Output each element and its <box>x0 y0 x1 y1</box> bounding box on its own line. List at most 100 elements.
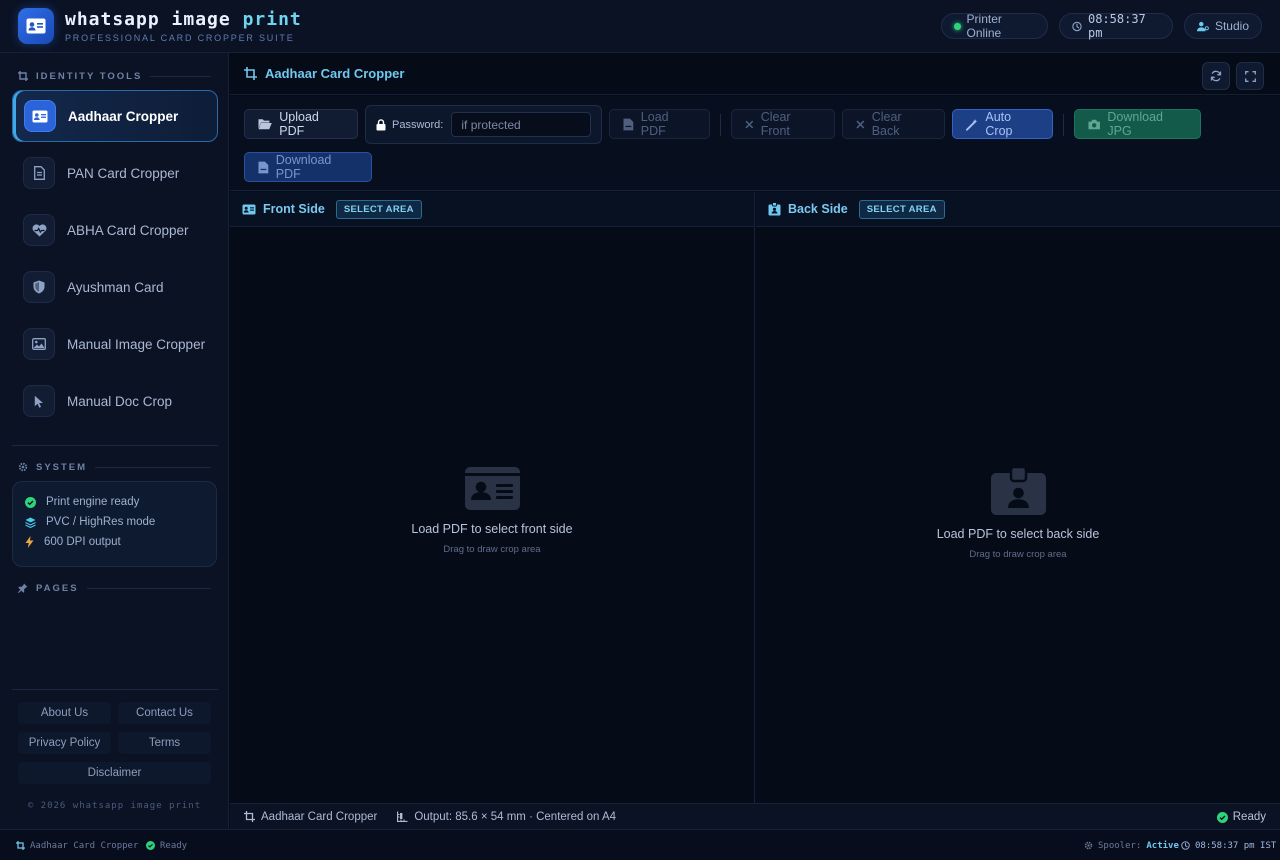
sidebar-item-label: PAN Card Cropper <box>67 165 180 181</box>
app-subtitle: PROFESSIONAL CARD CROPPER SUITE <box>65 33 295 43</box>
upload-pdf-button[interactable]: Upload PDF <box>244 109 358 139</box>
printer-status-label: Printer Online <box>966 12 1002 40</box>
back-placeholder-hint: Drag to draw crop area <box>969 549 1067 560</box>
privacy-policy-link[interactable]: Privacy Policy <box>18 732 111 754</box>
clear-back-button[interactable]: Clear Back <box>842 109 945 139</box>
bolt-icon <box>25 536 34 548</box>
sidebar: IDENTITY TOOLS Aadhaar Cropper PAN Card … <box>0 53 229 829</box>
id-badge-icon <box>768 202 781 216</box>
toolbar: Upload PDF Password: Load PDF Clear Fron… <box>230 96 1280 191</box>
front-placeholder-message: Load PDF to select front side <box>411 522 573 536</box>
file-pdf-icon <box>623 118 634 130</box>
sidebar-footer-divider <box>12 689 218 690</box>
clock-icon <box>1072 21 1082 31</box>
online-dot-icon <box>954 22 961 30</box>
auto-crop-button[interactable]: Auto Crop <box>952 109 1053 139</box>
front-side-panel: Front Side SELECT AREA Load PDF to selec… <box>230 192 755 803</box>
back-canvas-area[interactable]: Load PDF to select back side Drag to dra… <box>756 467 1280 560</box>
id-badge-icon <box>990 467 1046 515</box>
terms-link[interactable]: Terms <box>118 732 211 754</box>
crop-icon <box>18 71 28 81</box>
front-panel-title: Front Side <box>263 202 325 216</box>
sysbar-time: 08:58:37 pm IST <box>1181 830 1276 860</box>
sidebar-item-pan-card-cropper[interactable]: PAN Card Cropper <box>12 147 218 199</box>
load-pdf-button[interactable]: Load PDF <box>609 109 710 139</box>
cursor-icon <box>34 395 43 408</box>
crop-icon <box>16 841 25 850</box>
sidebar-item-label: Manual Doc Crop <box>67 393 173 409</box>
clock-pill: 08:58:37 pm <box>1059 12 1173 40</box>
back-side-panel: Back Side SELECT AREA Load PDF to select… <box>756 192 1280 803</box>
page-title: Aadhaar Card Cropper <box>265 66 405 81</box>
sidebar-item-ayushman-card[interactable]: Ayushman Card <box>12 261 218 313</box>
folder-open-icon <box>258 119 272 130</box>
wand-icon <box>966 118 978 131</box>
check-circle-icon <box>25 496 36 508</box>
sidebar-item-label: Aadhaar Cropper <box>68 108 179 124</box>
identity-tools-heading: IDENTITY TOOLS <box>18 69 211 83</box>
back-select-area-tag: SELECT AREA <box>858 199 945 219</box>
password-input[interactable] <box>451 112 592 137</box>
ruler-icon <box>397 811 408 822</box>
front-placeholder-hint: Drag to draw crop area <box>443 544 541 555</box>
contact-us-link[interactable]: Contact Us <box>118 702 211 724</box>
crop-icon <box>244 67 257 80</box>
file-pdf-icon <box>258 161 269 173</box>
studio-button[interactable]: Studio <box>1184 13 1262 39</box>
sidebar-item-label: Manual Image Cropper <box>67 336 206 352</box>
fullscreen-button[interactable] <box>1236 62 1264 90</box>
printer-status-pill[interactable]: Printer Online <box>941 12 1048 40</box>
spooler-value: Active <box>1146 840 1179 851</box>
clock-label: 08:58:37 pm <box>1087 12 1146 40</box>
close-icon <box>856 120 865 128</box>
app-title: whatsapp image print <box>65 9 302 30</box>
download-jpg-button[interactable]: Download JPG <box>1074 109 1201 139</box>
refresh-icon <box>1210 70 1222 82</box>
sidebar-item-manual-doc-crop[interactable]: Manual Doc Crop <box>12 375 218 427</box>
close-icon <box>745 120 754 128</box>
lock-icon <box>376 118 386 130</box>
clear-front-button[interactable]: Clear Front <box>731 109 835 139</box>
app-title-accent: print <box>242 9 302 30</box>
system-bar: Aadhaar Card Cropper Ready Spooler: Acti… <box>0 829 1280 860</box>
system-status-row: 600 DPI output <box>25 532 204 552</box>
front-panel-header: Front Side SELECT AREA <box>230 192 754 227</box>
download-pdf-button[interactable]: Download PDF <box>244 152 372 182</box>
id-card-icon <box>464 467 520 510</box>
clock-icon <box>1181 841 1190 850</box>
id-card-icon <box>26 18 46 34</box>
crop-icon <box>244 811 255 822</box>
gear-icon <box>18 462 28 472</box>
document-icon <box>33 166 45 180</box>
system-status-row: PVC / HighRes mode <box>25 512 204 532</box>
sysbar-tool: Aadhaar Card Cropper <box>16 830 138 860</box>
back-placeholder-message: Load PDF to select back side <box>936 527 1100 541</box>
sidebar-item-manual-image-cropper[interactable]: Manual Image Cropper <box>12 318 218 370</box>
pages-heading: PAGES <box>18 581 211 595</box>
user-gear-icon <box>1197 21 1209 31</box>
disclaimer-link[interactable]: Disclaimer <box>18 762 211 784</box>
password-group: Password: <box>365 105 602 144</box>
back-panel-header: Back Side SELECT AREA <box>756 192 1280 227</box>
about-us-link[interactable]: About Us <box>18 702 111 724</box>
front-select-area-tag: SELECT AREA <box>335 199 422 219</box>
expand-icon <box>1244 70 1256 82</box>
status-bar: Aadhaar Card Cropper Output: 85.6 × 54 m… <box>230 803 1280 829</box>
sidebar-item-label: ABHA Card Cropper <box>67 222 189 238</box>
camera-icon <box>1088 119 1100 129</box>
password-label: Password: <box>392 118 444 131</box>
toolbar-separator <box>1063 114 1064 136</box>
refresh-button[interactable] <box>1202 62 1230 90</box>
layers-icon <box>25 517 36 528</box>
sidebar-item-abha-card-cropper[interactable]: ABHA Card Cropper <box>12 204 218 256</box>
status-output-info: Output: 85.6 × 54 mm · Centered on A4 <box>414 810 617 823</box>
main-workspace: Aadhaar Card Cropper Upload PDF Password… <box>230 53 1280 829</box>
image-icon <box>32 338 46 350</box>
sidebar-item-label: Ayushman Card <box>67 279 164 295</box>
sidebar-item-aadhaar-cropper[interactable]: Aadhaar Cropper <box>12 90 218 142</box>
pin-icon <box>18 583 28 593</box>
front-canvas-area[interactable]: Load PDF to select front side Drag to dr… <box>230 467 754 555</box>
back-panel-title: Back Side <box>788 202 848 216</box>
copyright-text: © 2026 whatsapp image print <box>27 801 202 811</box>
status-ready: Ready <box>1216 804 1266 830</box>
